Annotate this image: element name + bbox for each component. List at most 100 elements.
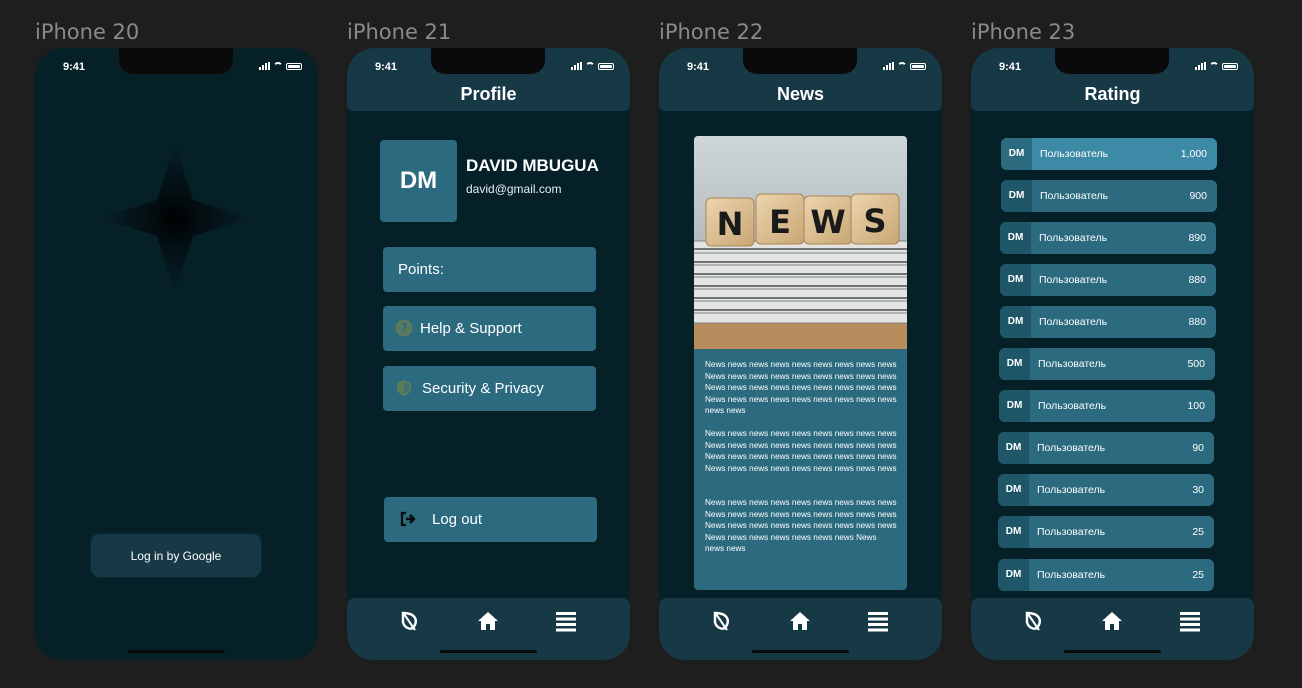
avatar: DM	[380, 140, 457, 222]
rating-score: 890	[1188, 232, 1206, 244]
home-indicator	[440, 650, 537, 653]
leaf-icon[interactable]	[711, 610, 733, 632]
rating-avatar: DM	[1000, 222, 1031, 254]
frame-label-iphone-20: iPhone 20	[35, 20, 140, 44]
home-icon[interactable]	[1101, 610, 1123, 632]
status-icons	[571, 62, 614, 70]
rating-user-name: Пользователь	[1040, 190, 1109, 202]
rating-score: 25	[1192, 526, 1204, 538]
rating-row[interactable]: DM Пользователь 30	[998, 474, 1214, 506]
rating-row[interactable]: DM Пользователь 25	[998, 559, 1214, 591]
page-title: News	[776, 84, 825, 104]
rating-score: 900	[1189, 190, 1207, 202]
notch	[431, 48, 545, 74]
rating-score: 500	[1187, 358, 1205, 370]
rating-row[interactable]: DM Пользователь 90	[998, 432, 1214, 464]
rating-row[interactable]: DM Пользователь 500	[999, 348, 1215, 380]
rating-row[interactable]: DM Пользователь 890	[1000, 222, 1216, 254]
news-paragraph: News news news news news news news news …	[705, 498, 897, 553]
help-support-label: Help & Support	[420, 320, 522, 337]
home-icon[interactable]	[477, 610, 499, 632]
news-cubes: N E W S	[705, 193, 900, 247]
rating-avatar: DM	[999, 348, 1030, 380]
rating-avatar: DM	[998, 474, 1029, 506]
home-icon[interactable]	[789, 610, 811, 632]
question-icon: ?	[395, 319, 413, 337]
wifi-icon	[1209, 62, 1219, 70]
rating-user-name: Пользователь	[1037, 526, 1106, 538]
news-screen: News 9:41 N E W S News news news news ne…	[659, 48, 942, 660]
rating-row[interactable]: DM Пользователь 25	[998, 516, 1214, 548]
rating-avatar: DM	[998, 559, 1029, 591]
home-indicator	[128, 650, 225, 653]
points-button[interactable]: Points:	[383, 247, 596, 292]
wifi-icon	[273, 62, 283, 70]
logo-glow	[100, 143, 250, 293]
svg-text:?: ?	[401, 321, 408, 335]
news-card[interactable]: N E W S News news news news news news ne…	[694, 136, 907, 590]
rating-score: 1,000	[1180, 148, 1207, 160]
leaf-icon[interactable]	[399, 610, 421, 632]
frame-label-iphone-21: iPhone 21	[347, 20, 452, 44]
rating-user-name: Пользователь	[1040, 148, 1109, 160]
news-image: N E W S	[694, 136, 907, 349]
rating-score: 25	[1192, 569, 1204, 581]
help-support-button[interactable]: ? Help & Support	[383, 306, 596, 351]
cube-letter: N	[717, 205, 744, 243]
rating-score: 880	[1188, 316, 1206, 328]
cube-letter: S	[863, 202, 886, 240]
rating-avatar: DM	[1000, 306, 1031, 338]
rating-row[interactable]: DM Пользователь 100	[999, 390, 1215, 422]
profile-screen: Profile 9:41 DM DAVID MBUGUA david@gmail…	[347, 48, 630, 660]
news-paragraph: News news news news news news news news …	[705, 429, 897, 473]
points-label: Points:	[398, 261, 444, 278]
signal-icon	[571, 62, 582, 70]
security-privacy-label: Security & Privacy	[422, 380, 544, 397]
battery-icon	[286, 63, 302, 70]
rating-avatar: DM	[1000, 264, 1031, 296]
rating-row[interactable]: DM Пользователь 880	[1000, 306, 1216, 338]
security-privacy-button[interactable]: Security & Privacy	[383, 366, 596, 411]
rating-avatar: DM	[1001, 180, 1032, 212]
wifi-icon	[897, 62, 907, 70]
notch	[743, 48, 857, 74]
status-time: 9:41	[63, 61, 86, 73]
rating-screen: Rating 9:41 DM Пользователь 1,000 DM Пол…	[971, 48, 1254, 660]
rating-user-name: Пользователь	[1037, 442, 1106, 454]
user-email: david@gmail.com	[466, 182, 562, 196]
rating-row[interactable]: DM Пользователь 900	[1001, 180, 1217, 212]
page-title: Profile	[460, 84, 517, 104]
shield-icon	[397, 380, 411, 396]
user-name: DAVID MBUGUA	[466, 156, 599, 175]
home-indicator	[752, 650, 849, 653]
notch	[119, 48, 233, 74]
rating-row[interactable]: DM Пользователь 880	[1000, 264, 1216, 296]
status-icons	[259, 62, 302, 70]
rating-user-name: Пользователь	[1038, 400, 1107, 412]
status-time: 9:41	[687, 61, 710, 73]
login-screen: 9:41 Log in by Google	[35, 48, 318, 660]
status-time: 9:41	[375, 61, 398, 73]
rating-avatar: DM	[998, 432, 1029, 464]
frame-label-iphone-22: iPhone 22	[659, 20, 764, 44]
rating-row[interactable]: DM Пользователь 1,000	[1001, 138, 1217, 170]
cube-letter: W	[810, 203, 845, 241]
google-login-button[interactable]: Log in by Google	[90, 533, 262, 578]
signal-icon	[259, 62, 270, 70]
menu-icon[interactable]	[1179, 610, 1201, 632]
cube-letter: E	[769, 203, 791, 241]
wifi-icon	[585, 62, 595, 70]
signal-icon	[883, 62, 894, 70]
status-icons	[1195, 62, 1238, 70]
menu-icon[interactable]	[867, 610, 889, 632]
battery-icon	[910, 63, 926, 70]
rating-score: 30	[1192, 484, 1204, 496]
rating-avatar: DM	[1001, 138, 1032, 170]
status-time: 9:41	[999, 61, 1022, 73]
rating-score: 90	[1192, 442, 1204, 454]
menu-icon[interactable]	[555, 610, 577, 632]
rating-avatar: DM	[999, 390, 1030, 422]
logout-button[interactable]: Log out	[384, 497, 597, 542]
leaf-icon[interactable]	[1023, 610, 1045, 632]
battery-icon	[1222, 63, 1238, 70]
